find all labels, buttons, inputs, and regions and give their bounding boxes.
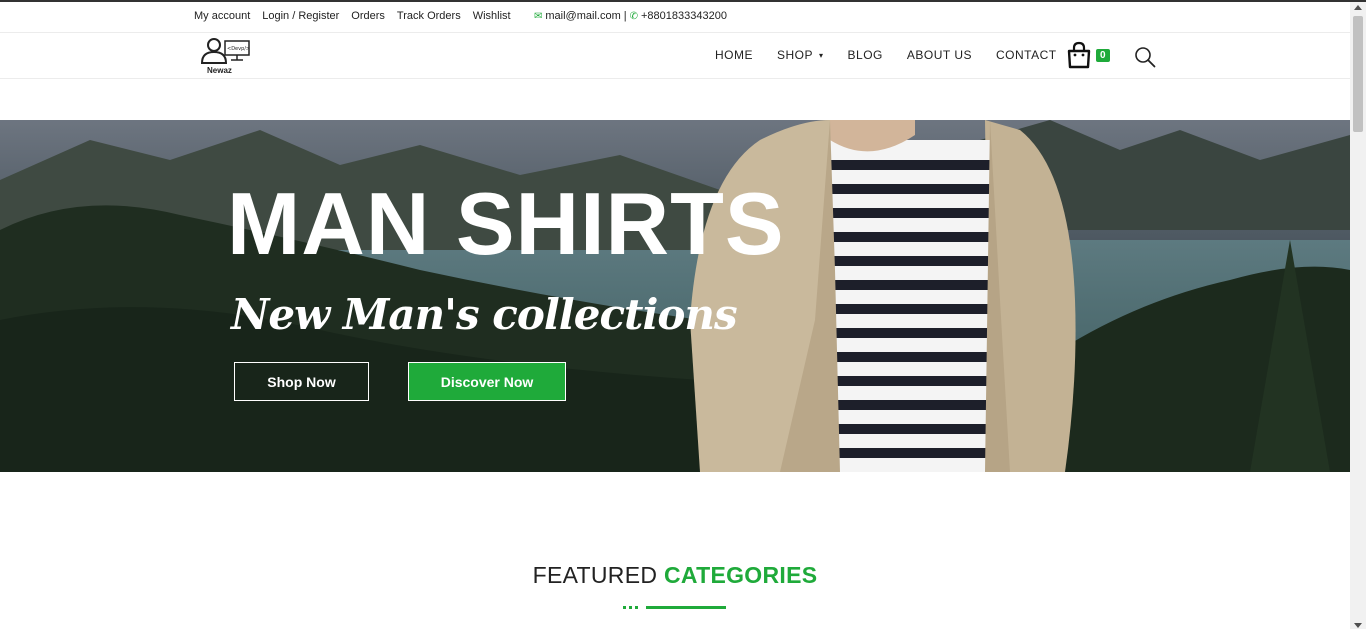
phone-text[interactable]: +8801833343200 xyxy=(641,10,727,22)
nav-menu: HOME SHOP ▾ BLOG ABOUT US CONTACT xyxy=(715,48,1081,62)
main-navbar: <Devp/> Newaz HOME SHOP ▾ BLOG ABOUT US C… xyxy=(0,33,1350,79)
contact-info: ✉ mail@mail.com | ✆ +8801833343200 xyxy=(534,10,727,22)
orders-link[interactable]: Orders xyxy=(351,10,385,22)
nav-shop[interactable]: SHOP ▾ xyxy=(777,48,824,62)
nav-about[interactable]: ABOUT US xyxy=(907,48,972,62)
featured-highlight: CATEGORIES xyxy=(663,562,818,588)
top-links: My account Login / Register Orders Track… xyxy=(194,10,511,22)
logo-text: Newaz xyxy=(207,66,232,75)
featured-prefix: FEATURED xyxy=(532,562,658,588)
nav-blog[interactable]: BLOG xyxy=(848,48,883,62)
phone-icon: ✆ xyxy=(629,10,638,22)
contact-separator: | xyxy=(623,10,627,22)
top-bar: My account Login / Register Orders Track… xyxy=(0,2,1350,33)
nav-contact-label: CONTACT xyxy=(996,48,1057,62)
email-text[interactable]: mail@mail.com xyxy=(545,10,620,22)
nav-shop-label: SHOP xyxy=(777,48,814,62)
logo-icon: <Devp/> xyxy=(200,38,250,64)
nav-home[interactable]: HOME xyxy=(715,48,753,62)
scroll-thumb[interactable] xyxy=(1353,16,1363,132)
my-account-link[interactable]: My account xyxy=(194,10,250,22)
logo[interactable]: <Devp/> Newaz xyxy=(198,37,254,77)
login-register-link[interactable]: Login / Register xyxy=(262,10,339,22)
divider-dot xyxy=(623,606,626,609)
hero-title: MAN SHIRTS xyxy=(227,174,785,273)
hero-banner: MAN SHIRTS New Man's collections Shop No… xyxy=(0,120,1350,472)
email-icon: ✉ xyxy=(534,10,543,22)
track-orders-link[interactable]: Track Orders xyxy=(397,10,461,22)
nav-blog-label: BLOG xyxy=(847,48,883,62)
page-scrollbar[interactable] xyxy=(1350,2,1366,629)
scroll-down-arrow-icon[interactable] xyxy=(1354,623,1362,628)
cart-icon[interactable] xyxy=(1066,41,1092,69)
discover-now-button[interactable]: Discover Now xyxy=(408,362,566,401)
chevron-down-icon: ▾ xyxy=(819,50,824,60)
featured-categories-heading: FEATURED CATEGORIES xyxy=(0,562,1350,589)
nav-about-label: ABOUT US xyxy=(906,48,973,62)
shop-now-button[interactable]: Shop Now xyxy=(234,362,369,401)
hero-subtitle: New Man's collections xyxy=(231,290,738,339)
divider-dot xyxy=(629,606,632,609)
nav-contact[interactable]: CONTACT xyxy=(996,48,1057,62)
heading-divider xyxy=(623,606,726,609)
search-icon[interactable] xyxy=(1134,46,1156,68)
divider-dot xyxy=(635,606,638,609)
scroll-up-arrow-icon[interactable] xyxy=(1354,5,1362,10)
logo-badge: <Devp/> xyxy=(227,46,250,52)
cart-count-badge: 0 xyxy=(1096,49,1110,62)
nav-home-label: HOME xyxy=(715,48,753,62)
divider-bar xyxy=(646,606,726,609)
wishlist-link[interactable]: Wishlist xyxy=(473,10,511,22)
